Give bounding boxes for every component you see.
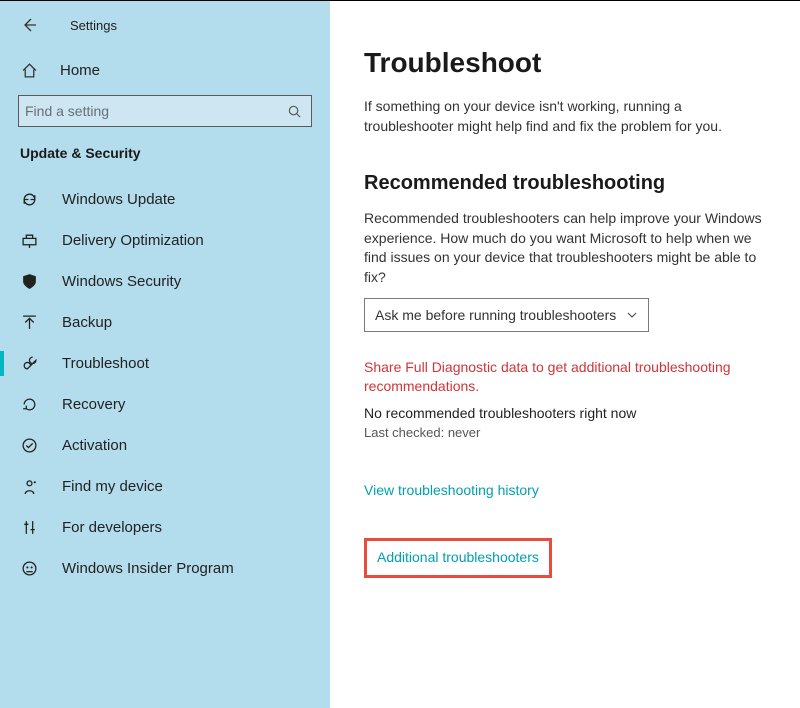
sync-icon [20,191,38,208]
sidebar-home[interactable]: Home [14,54,316,87]
sidebar-item-activation[interactable]: Activation [14,425,316,466]
dropdown-selected-label: Ask me before running troubleshooters [375,307,616,323]
recommended-heading: Recommended troubleshooting [364,172,766,195]
sidebar-item-label: Delivery Optimization [62,232,204,249]
sidebar: Settings Home Update & Security Windows … [0,1,330,708]
sidebar-item-recovery[interactable]: Recovery [14,384,316,425]
arrow-left-icon [21,17,37,33]
annotation-highlight: Additional troubleshooters [364,538,552,578]
search-box[interactable] [18,95,312,127]
search-input[interactable] [25,103,287,119]
sidebar-item-label: Find my device [62,478,163,495]
sidebar-item-delivery-optimization[interactable]: Delivery Optimization [14,220,316,261]
main-content: Troubleshoot If something on your device… [330,1,800,708]
recovery-icon [20,396,38,413]
sidebar-item-label: Windows Update [62,191,175,208]
sidebar-item-for-developers[interactable]: For developers [14,507,316,548]
sidebar-item-windows-security[interactable]: Windows Security [14,261,316,302]
sidebar-item-label: For developers [62,519,162,536]
insider-icon [20,560,38,577]
activation-icon [20,437,38,454]
intro-text: If something on your device isn't workin… [364,97,766,136]
sidebar-top: Settings [14,11,316,54]
home-icon [20,62,38,79]
delivery-icon [20,232,38,249]
home-label: Home [60,62,100,79]
sidebar-item-label: Backup [62,314,112,331]
troubleshoot-icon [20,355,38,372]
sidebar-item-label: Troubleshoot [62,355,149,372]
no-recommended-text: No recommended troubleshooters right now [364,405,766,421]
shield-icon [20,273,38,290]
back-button[interactable] [20,16,38,34]
findmydevice-icon [20,478,38,495]
sidebar-category-header: Update & Security [14,143,316,179]
page-title: Troubleshoot [364,47,766,79]
sidebar-item-label: Activation [62,437,127,454]
settings-title: Settings [70,18,117,33]
additional-troubleshooters-link[interactable]: Additional troubleshooters [377,549,539,565]
sidebar-item-find-my-device[interactable]: Find my device [14,466,316,507]
recommended-description: Recommended troubleshooters can help imp… [364,209,766,287]
sidebar-item-troubleshoot[interactable]: Troubleshoot [14,343,316,384]
view-history-link[interactable]: View troubleshooting history [364,482,539,498]
sidebar-item-backup[interactable]: Backup [14,302,316,343]
sidebar-item-windows-insider[interactable]: Windows Insider Program [14,548,316,589]
chevron-down-icon [626,309,638,321]
sidebar-item-label: Windows Insider Program [62,560,234,577]
diagnostic-warning: Share Full Diagnostic data to get additi… [364,358,766,397]
developers-icon [20,519,38,536]
sidebar-item-windows-update[interactable]: Windows Update [14,179,316,220]
search-icon [287,104,305,119]
last-checked-text: Last checked: never [364,425,766,440]
troubleshoot-preference-dropdown[interactable]: Ask me before running troubleshooters [364,298,649,332]
sidebar-item-label: Recovery [62,396,125,413]
backup-icon [20,314,38,331]
sidebar-item-label: Windows Security [62,273,181,290]
